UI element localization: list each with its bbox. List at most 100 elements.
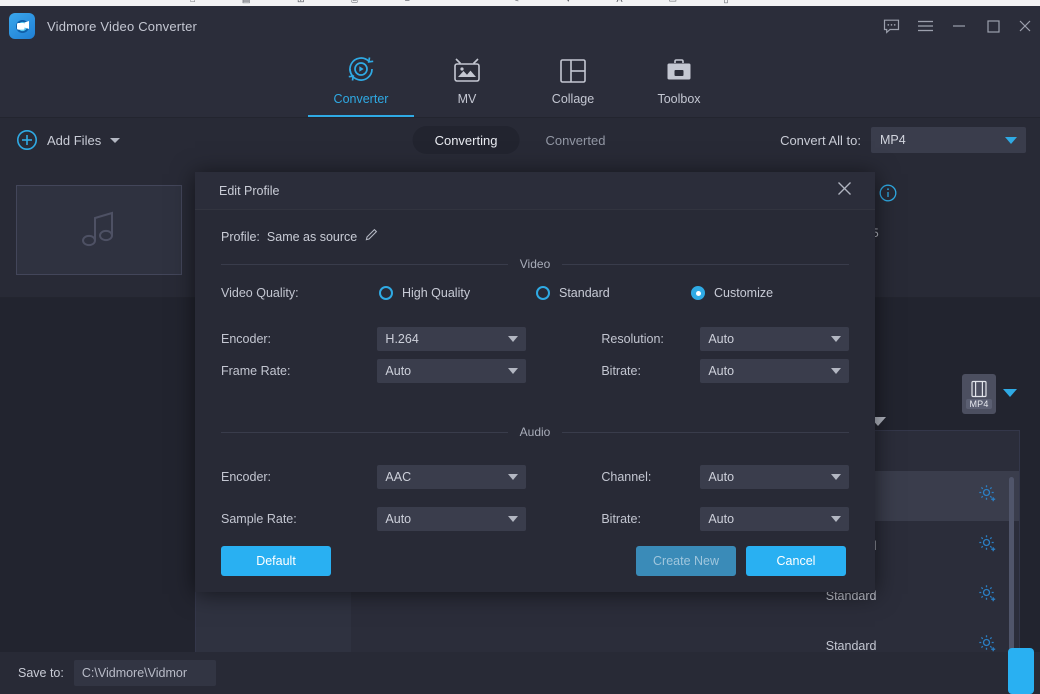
- hamburger-menu-icon[interactable]: [908, 6, 942, 46]
- chevron-down-icon: [508, 336, 518, 342]
- tab-converter[interactable]: Converter: [308, 46, 414, 117]
- video-settings-grid: Encoder: H.264 Resolution: Auto Frame Ra…: [221, 323, 849, 387]
- video-bitrate-value: Auto: [708, 364, 734, 378]
- chevron-down-icon: [508, 516, 518, 522]
- video-resolution-label: Resolution:: [601, 332, 700, 346]
- video-bitrate-label: Bitrate:: [601, 364, 700, 378]
- convert-all-to: Convert All to: MP4: [780, 127, 1026, 153]
- dialog-header: Edit Profile: [195, 172, 875, 210]
- add-files-label: Add Files: [47, 133, 101, 148]
- file-format-badge[interactable]: MP4: [962, 374, 996, 414]
- main-nav-tabs: Converter MV Collage: [0, 46, 1040, 118]
- tab-converter-label: Converter: [334, 92, 389, 106]
- tab-converting[interactable]: Converting: [413, 126, 520, 154]
- audio-encoder-select[interactable]: AAC: [377, 465, 526, 489]
- audio-encoder-channel-row: Encoder: AAC Channel: Auto: [221, 461, 849, 493]
- profile-row: Profile: Same as source: [195, 210, 875, 245]
- vidmore-logo-icon: [9, 13, 35, 39]
- cancel-button[interactable]: Cancel: [746, 546, 846, 576]
- film-strip-icon: [971, 380, 987, 398]
- audio-channel-select[interactable]: Auto: [700, 465, 849, 489]
- chat-bubble-icon[interactable]: [874, 6, 908, 46]
- chevron-down-icon: [831, 516, 841, 522]
- info-circle-icon[interactable]: [879, 184, 897, 207]
- audio-channel-label: Channel:: [601, 470, 700, 484]
- window-controls: [874, 6, 1040, 46]
- app-window: ⌂ ▤ ⊞ ⎙ ≡ ⋯ ✎ ▾ A ▭ ▯ Vidmore Video Conv…: [0, 0, 1040, 694]
- audio-bitrate-select[interactable]: Auto: [700, 507, 849, 531]
- gear-plus-icon[interactable]: [978, 484, 997, 508]
- dialog-title: Edit Profile: [219, 184, 279, 198]
- plus-circle-icon: [16, 129, 38, 151]
- profile-value: Same as source: [267, 230, 357, 244]
- radio-indicator: [379, 286, 393, 300]
- toolbox-briefcase-icon: [665, 53, 693, 85]
- radio-high-quality-label: High Quality: [402, 286, 470, 300]
- bottom-bar: Save to: C:\Vidmore\Vidmor: [0, 652, 1040, 694]
- video-section-label: Video: [518, 257, 552, 271]
- radio-customize[interactable]: Customize: [691, 286, 773, 300]
- video-resolution-value: Auto: [708, 332, 734, 346]
- tab-collage[interactable]: Collage: [520, 46, 626, 117]
- radio-indicator-selected: [691, 286, 705, 300]
- close-icon[interactable]: [836, 180, 853, 202]
- radio-customize-label: Customize: [714, 286, 773, 300]
- audio-section-divider: Audio: [221, 425, 849, 439]
- convert-all-button[interactable]: [1008, 648, 1034, 694]
- chevron-down-icon: [508, 474, 518, 480]
- converter-icon: [345, 53, 377, 85]
- chevron-down-icon: [1005, 137, 1017, 144]
- title-bar: Vidmore Video Converter: [0, 6, 1040, 46]
- video-encoder-value: H.264: [385, 332, 418, 346]
- video-quality-label: Video Quality:: [221, 286, 379, 300]
- music-note-icon: [75, 207, 123, 253]
- action-toolbar: Add Files Converting Converted Convert A…: [0, 118, 1040, 162]
- chevron-down-icon: [831, 336, 841, 342]
- minimize-icon[interactable]: [942, 6, 976, 46]
- video-section-divider: Video: [221, 257, 849, 271]
- video-resolution-select[interactable]: Auto: [700, 327, 849, 351]
- close-icon[interactable]: [1010, 6, 1040, 46]
- radio-standard-label: Standard: [559, 286, 610, 300]
- add-files-button[interactable]: Add Files: [16, 129, 120, 151]
- pencil-icon[interactable]: [364, 228, 378, 245]
- tab-converted[interactable]: Converted: [523, 126, 627, 154]
- video-bitrate-select[interactable]: Auto: [700, 359, 849, 383]
- default-button[interactable]: Default: [221, 546, 331, 576]
- radio-high-quality[interactable]: High Quality: [379, 286, 536, 300]
- radio-indicator: [536, 286, 550, 300]
- audio-samplerate-value: Auto: [385, 512, 411, 526]
- file-format-chevron-down-icon[interactable]: [1003, 389, 1017, 397]
- audio-section-label: Audio: [518, 425, 553, 439]
- create-new-button[interactable]: Create New: [636, 546, 736, 576]
- file-format-badge-label: MP4: [966, 399, 991, 409]
- chevron-down-icon: [508, 368, 518, 374]
- gear-plus-icon[interactable]: [978, 534, 997, 558]
- convert-all-format-value: MP4: [880, 133, 906, 147]
- radio-standard[interactable]: Standard: [536, 286, 691, 300]
- audio-samplerate-label: Sample Rate:: [221, 512, 377, 526]
- tab-collage-label: Collage: [552, 92, 594, 106]
- tab-mv[interactable]: MV: [414, 46, 520, 117]
- convert-all-label: Convert All to:: [780, 133, 861, 148]
- app-title: Vidmore Video Converter: [47, 19, 197, 34]
- tab-toolbox-label: Toolbox: [657, 92, 700, 106]
- video-encoder-resolution-row: Encoder: H.264 Resolution: Auto: [221, 323, 849, 355]
- format-quality: Standard: [826, 639, 978, 653]
- tab-toolbox[interactable]: Toolbox: [626, 46, 732, 117]
- save-to-label: Save to:: [18, 666, 64, 680]
- chevron-down-icon: [831, 368, 841, 374]
- video-framerate-label: Frame Rate:: [221, 364, 377, 378]
- gear-plus-icon[interactable]: [978, 584, 997, 608]
- video-framerate-select[interactable]: Auto: [377, 359, 526, 383]
- convert-all-format-select[interactable]: MP4: [871, 127, 1026, 153]
- audio-samplerate-select[interactable]: Auto: [377, 507, 526, 531]
- save-to-path-input[interactable]: C:\Vidmore\Vidmor: [74, 660, 216, 686]
- audio-encoder-label: Encoder:: [221, 470, 377, 484]
- video-encoder-select[interactable]: H.264: [377, 327, 526, 351]
- audio-channel-value: Auto: [708, 470, 734, 484]
- maximize-icon[interactable]: [976, 6, 1010, 46]
- chevron-down-icon[interactable]: [110, 138, 120, 143]
- file-thumbnail: [16, 185, 182, 275]
- tab-mv-label: MV: [458, 92, 477, 106]
